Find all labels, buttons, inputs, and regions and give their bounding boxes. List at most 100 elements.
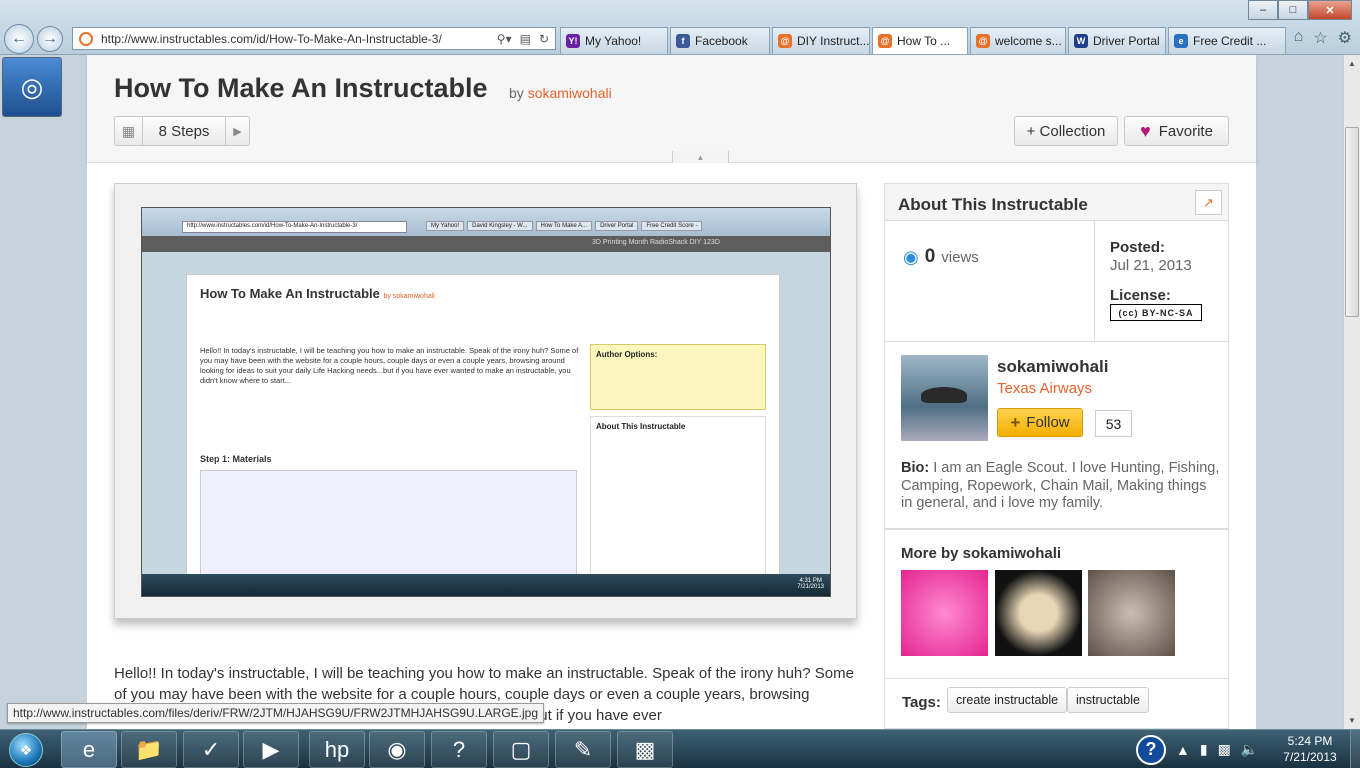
close-button[interactable]: ✕ [1308,0,1352,20]
address-bar[interactable]: http://www.instructables.com/id/How-To-M… [72,27,556,50]
cc-license-badge[interactable]: (cc) BY-NC-SA [1110,304,1202,321]
task-icon[interactable]: ✓ [183,731,239,768]
byline: by sokamiwohali [509,85,612,101]
paint-icon[interactable]: ✎ [555,731,611,768]
fingerprint-app-icon[interactable]: ◎ [2,57,62,117]
plus-icon: + [1010,412,1021,432]
about-title: About This Instructable [898,195,1088,214]
step-image-frame[interactable]: http://www.instructables.com/id/How-To-M… [114,183,857,619]
thumb-tabs: My Yahoo! David Kingsley - W... How To Mak… [426,221,703,231]
tag-chip[interactable]: create instructable [947,687,1068,713]
scrollbar-thumb[interactable] [1345,127,1359,317]
tray-help-icon[interactable]: ? [1136,734,1166,765]
tab-favicon-icon: e [1174,34,1188,48]
page-title: How To Make An Instructable [114,73,488,103]
related-thumbnail[interactable] [995,570,1082,656]
vertical-scrollbar[interactable]: ▲ ▼ [1343,55,1360,729]
tab-label: DIY Instruct... [797,34,870,48]
author-company[interactable]: Texas Airways [997,380,1092,397]
media-player-icon[interactable]: ▶ [243,731,299,768]
signal-icon[interactable]: ▮ [1200,741,1208,758]
tab-favicon-icon: @ [878,34,892,48]
forward-button[interactable]: → [37,26,63,52]
thumb-tab: Driver Portal [595,221,639,231]
tab-2[interactable]: f Facebook [670,27,770,54]
address-url[interactable]: http://www.instructables.com/id/How-To-M… [101,32,489,46]
search-icon[interactable]: ⚲▾ [497,32,512,46]
maximize-button[interactable]: □ [1278,0,1308,20]
scroll-up-icon[interactable]: ▲ [1344,55,1360,72]
thumb-inner-screenshot [200,470,577,588]
follower-count: 53 [1095,410,1132,437]
status-url-tooltip: http://www.instructables.com/files/deriv… [7,703,545,723]
tab-5[interactable]: @ welcome s... [970,27,1066,54]
steps-button[interactable]: ▦ 8 Steps ▶ [114,116,250,146]
tab-label: Free Credit ... [1193,34,1267,48]
tab-label: welcome s... [995,34,1062,48]
minimize-button[interactable]: – [1248,0,1278,20]
about-box: About This Instructable ↗ ◉ 0 views Post… [884,183,1229,342]
star-icon[interactable]: ☆ [1313,28,1327,48]
author-box: sokamiwohali Texas Airways + Follow 53 B… [884,342,1229,529]
thumb-author-options: Author Options: [590,344,766,410]
battery-icon[interactable]: ▩ [1218,741,1231,758]
author-bio: Bio: I am an Eagle Scout. I love Hunting… [901,460,1221,513]
help-icon[interactable]: ? [431,731,487,768]
tray-expand-icon[interactable]: ▲ [1176,742,1190,758]
author-name[interactable]: sokamiwohali [997,357,1108,377]
terminal-icon[interactable]: ▩ [617,731,673,768]
ie-icon[interactable]: e [61,731,117,768]
views-stat: ◉ 0 views [903,246,979,268]
related-thumbnail[interactable] [1088,570,1175,656]
tab-label: Driver Portal [1093,34,1160,48]
tag-chip[interactable]: instructable [1067,687,1149,713]
compat-view-icon[interactable]: ▤ [520,32,531,46]
avatar[interactable] [901,355,988,441]
thumb-date: 7/21/2013 [797,584,824,590]
follow-button[interactable]: + Follow [997,408,1083,437]
back-button[interactable]: ← [4,24,34,54]
tab-4[interactable]: @ How To ... [872,27,968,54]
scroll-down-icon[interactable]: ▼ [1344,712,1360,729]
sticky-notes-icon[interactable]: ▢ [493,731,549,768]
globe-icon[interactable]: ◉ [369,731,425,768]
volume-icon[interactable]: 🔈 [1241,741,1258,758]
bio-label: Bio: [901,460,930,476]
tab-strip: Y! My Yahoo! f Facebook @ DIY Instruct... @ How… [560,27,1288,54]
start-button[interactable]: ❖ [3,731,49,768]
author-link[interactable]: sokamiwohali [528,85,612,101]
clock[interactable]: 5:24 PM 7/21/2013 [1270,733,1350,765]
thumb-url: http://www.instructables.com/id/How-To-M… [182,221,407,233]
add-collection-button[interactable]: + Collection [1014,116,1118,146]
tab-favicon-icon: W [1074,34,1088,48]
thumb-tab: My Yahoo! [426,221,465,231]
bio-text: I am an Eagle Scout. I love Hunting, Fis… [901,460,1220,511]
steps-label: 8 Steps [158,122,210,140]
show-desktop-button[interactable] [1350,730,1360,768]
hp-icon[interactable]: hp [309,731,365,768]
gear-icon[interactable]: ⚙ [1338,28,1352,48]
chevron-right-icon[interactable]: ▶ [225,117,249,145]
tab-3[interactable]: @ DIY Instruct... [772,27,870,54]
chevron-up-icon: ▲ [696,152,705,162]
home-icon[interactable]: ⌂ [1294,28,1304,48]
tab-favicon-icon: f [676,34,690,48]
eye-icon: ◉ [903,246,919,267]
tab-label: Facebook [695,34,748,48]
browser-toolbar: – □ ✕ ← → http://www.instructables.com/i… [0,0,1360,55]
grid-icon: ▦ [115,117,143,145]
clock-time: 5:24 PM [1287,734,1333,748]
refresh-icon[interactable]: ↻ [539,32,549,46]
tab-favicon-icon: @ [976,34,990,48]
views-label: views [941,248,979,266]
tab-6[interactable]: W Driver Portal [1068,27,1166,54]
favorite-button[interactable]: ♥ Favorite [1124,116,1229,146]
license-label: License: [1110,287,1171,304]
stats-chart-icon[interactable]: ↗ [1195,190,1222,215]
tab-1[interactable]: Y! My Yahoo! [560,27,668,54]
related-thumbnail[interactable] [901,570,988,656]
heart-icon: ♥ [1140,120,1151,141]
tab-7[interactable]: e Free Credit ... [1168,27,1286,54]
explorer-icon[interactable]: 📁 [121,731,177,768]
step-image[interactable]: http://www.instructables.com/id/How-To-M… [141,207,831,597]
